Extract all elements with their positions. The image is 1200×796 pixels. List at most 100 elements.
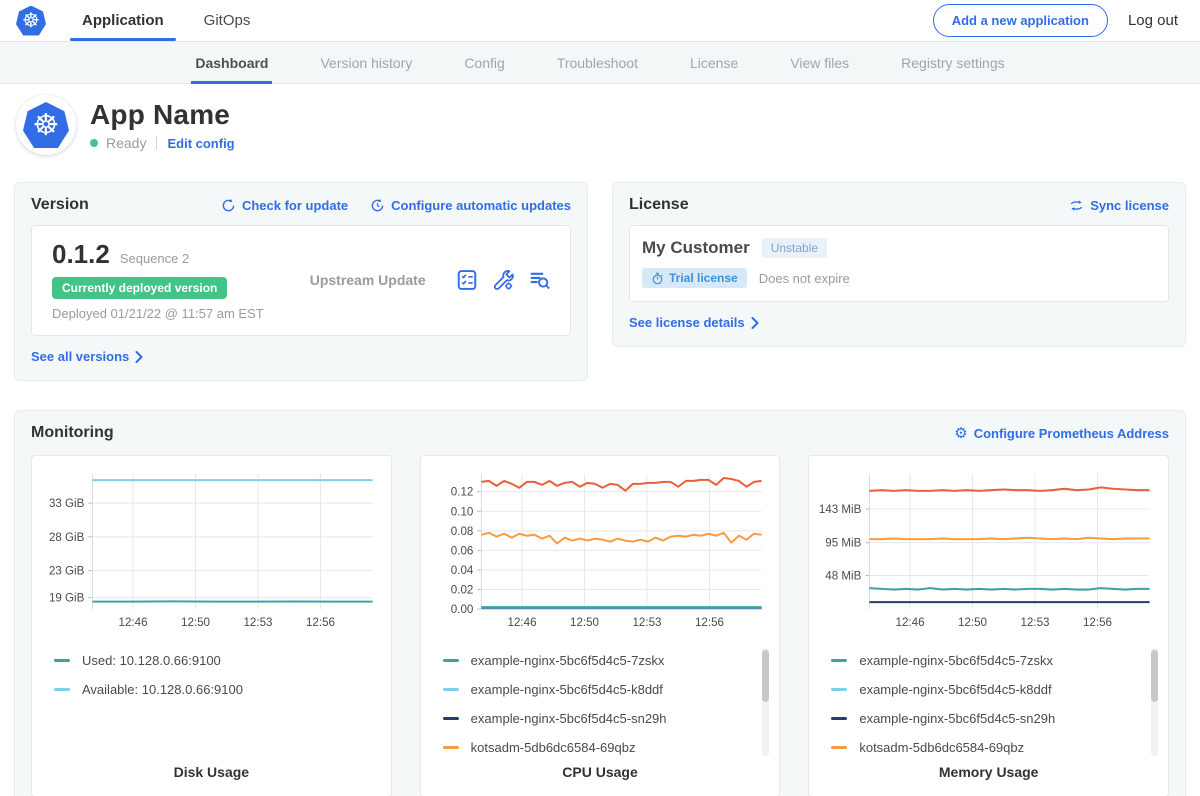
kubernetes-app-icon: ☸ [23, 102, 69, 148]
version-number: 0.1.2 [52, 239, 110, 270]
subnav-tab-registry-settings[interactable]: Registry settings [901, 42, 1004, 84]
svg-text:0.04: 0.04 [450, 565, 473, 577]
see-license-details-link[interactable]: See license details [629, 315, 759, 330]
channel-badge: Unstable [762, 238, 827, 258]
svg-text:0.08: 0.08 [450, 526, 473, 538]
currently-deployed-badge: Currently deployed version [52, 277, 227, 299]
svg-text:12:46: 12:46 [507, 617, 536, 629]
subnav-tab-view-files[interactable]: View files [790, 42, 849, 84]
version-card-title: Version [31, 196, 89, 214]
monitoring-card: Monitoring ⚙ Configure Prometheus Addres… [14, 410, 1186, 796]
svg-text:12:53: 12:53 [1021, 617, 1050, 629]
legend-scrollbar-thumb[interactable] [762, 650, 769, 702]
svg-text:19 GiB: 19 GiB [49, 593, 85, 605]
legend-label: example-nginx-5bc6f5d4c5-7zskx [859, 653, 1053, 668]
memory-usage-chart: 12:4612:5012:5312:5648 MiB95 MiB143 MiB [817, 466, 1160, 640]
legend-swatch [831, 688, 847, 691]
svg-text:33 GiB: 33 GiB [49, 498, 85, 510]
configure-prometheus-link[interactable]: ⚙ Configure Prometheus Address [954, 426, 1169, 441]
legend-scrollbar[interactable] [762, 648, 769, 756]
chevron-right-icon [751, 317, 759, 329]
svg-text:0.00: 0.00 [450, 604, 473, 616]
subnav-tab-dashboard[interactable]: Dashboard [195, 42, 268, 84]
subnav-tab-config[interactable]: Config [464, 42, 504, 84]
wrench-gear-icon[interactable] [492, 269, 514, 291]
topnav-tab-application[interactable]: Application [82, 0, 164, 41]
svg-text:12:50: 12:50 [570, 617, 599, 629]
legend-swatch [54, 659, 70, 662]
svg-text:0.10: 0.10 [450, 506, 473, 518]
subnav-tab-troubleshoot[interactable]: Troubleshoot [557, 42, 638, 84]
legend-swatch [54, 688, 70, 691]
legend-item: example-nginx-5bc6f5d4c5-k8ddf [831, 675, 1146, 704]
svg-text:28 GiB: 28 GiB [49, 532, 85, 544]
svg-text:12:56: 12:56 [1083, 617, 1112, 629]
svg-text:12:56: 12:56 [306, 617, 335, 629]
legend-item: example-nginx-5bc6f5d4c5-sn29h [831, 704, 1146, 733]
disk-usage-chart-card: 12:4612:5012:5312:5619 GiB23 GiB28 GiB33… [31, 455, 392, 796]
sequence-label: Sequence 2 [120, 251, 189, 266]
topnav-tabs: Application GitOps [82, 0, 250, 41]
divider [156, 136, 157, 150]
app-header: ☸ App Name Ready Edit config [0, 84, 1200, 168]
clock-refresh-icon [370, 198, 385, 213]
trial-license-badge: Trial license [642, 268, 747, 288]
topnav-tab-gitops[interactable]: GitOps [204, 0, 251, 41]
page-title: App Name [90, 99, 235, 131]
legend-item: example-nginx-5bc6f5d4c5-7zskx [443, 646, 758, 675]
customer-name: My Customer [642, 238, 750, 258]
svg-text:12:53: 12:53 [244, 617, 273, 629]
legend-item: kotsadm-5db6dc6584-69qbz [443, 733, 758, 762]
svg-text:0.02: 0.02 [450, 585, 473, 597]
check-for-update-link[interactable]: Check for update [221, 198, 348, 213]
legend-label: Used: 10.128.0.66:9100 [82, 653, 221, 668]
license-summary-row: My Customer Unstable Trial license Does … [629, 225, 1169, 302]
configure-automatic-updates-label: Configure automatic updates [391, 198, 571, 213]
current-version-row: 0.1.2 Sequence 2 Currently deployed vers… [31, 225, 571, 336]
legend-label: kotsadm-5db6dc6584-69qbz [471, 740, 636, 755]
cpu-usage-chart-title: CPU Usage [429, 764, 772, 780]
svg-text:95 MiB: 95 MiB [826, 538, 862, 550]
logout-button[interactable]: Log out [1128, 12, 1178, 29]
legend-swatch [831, 717, 847, 720]
legend-label: example-nginx-5bc6f5d4c5-k8ddf [471, 682, 663, 697]
legend-swatch [443, 659, 459, 662]
refresh-icon [221, 198, 236, 213]
status-dot [90, 139, 98, 147]
subnav-tab-license[interactable]: License [690, 42, 738, 84]
legend-item: kotsadm-5db6dc6584-69qbz [831, 733, 1146, 762]
cpu-usage-chart: 12:4612:5012:5312:560.000.020.040.060.08… [429, 466, 772, 640]
monitoring-title: Monitoring [31, 424, 114, 442]
legend-item: example-nginx-5bc6f5d4c5-sn29h [443, 704, 758, 733]
kubernetes-logo-icon: ☸ [16, 6, 46, 36]
add-new-application-button[interactable]: Add a new application [933, 4, 1108, 37]
deployed-timestamp: Deployed 01/21/22 @ 11:57 am EST [52, 306, 264, 321]
configure-automatic-updates-link[interactable]: Configure automatic updates [370, 198, 571, 213]
sync-license-label: Sync license [1090, 198, 1169, 213]
svg-text:12:46: 12:46 [119, 617, 148, 629]
svg-text:23 GiB: 23 GiB [49, 566, 85, 578]
top-nav: ☸ Application GitOps Add a new applicatio… [0, 0, 1200, 42]
legend-label: example-nginx-5bc6f5d4c5-k8ddf [859, 682, 1051, 697]
legend-label: example-nginx-5bc6f5d4c5-7zskx [471, 653, 665, 668]
legend-swatch [831, 746, 847, 749]
legend-scrollbar-thumb[interactable] [1151, 650, 1158, 702]
svg-text:0.06: 0.06 [450, 545, 473, 557]
legend-scrollbar[interactable] [1151, 648, 1158, 756]
edit-config-link[interactable]: Edit config [167, 136, 234, 151]
subnav-tab-version-history[interactable]: Version history [320, 42, 412, 84]
memory-usage-chart-card: 12:4612:5012:5312:5648 MiB95 MiB143 MiB … [808, 455, 1169, 796]
license-card: License Sync license My Customer Unstabl… [612, 182, 1186, 347]
app-icon: ☸ [16, 95, 76, 155]
legend-swatch [443, 688, 459, 691]
sync-license-link[interactable]: Sync license [1069, 198, 1169, 213]
preflight-checklist-icon[interactable] [456, 269, 478, 291]
see-all-versions-link[interactable]: See all versions [31, 349, 143, 364]
svg-text:12:56: 12:56 [695, 617, 724, 629]
lines-magnifier-icon[interactable] [528, 269, 550, 291]
legend-label: example-nginx-5bc6f5d4c5-sn29h [471, 711, 667, 726]
configure-prometheus-label: Configure Prometheus Address [974, 426, 1169, 441]
stopwatch-icon [651, 272, 664, 285]
see-all-versions-label: See all versions [31, 349, 129, 364]
legend-label: kotsadm-5db6dc6584-69qbz [859, 740, 1024, 755]
